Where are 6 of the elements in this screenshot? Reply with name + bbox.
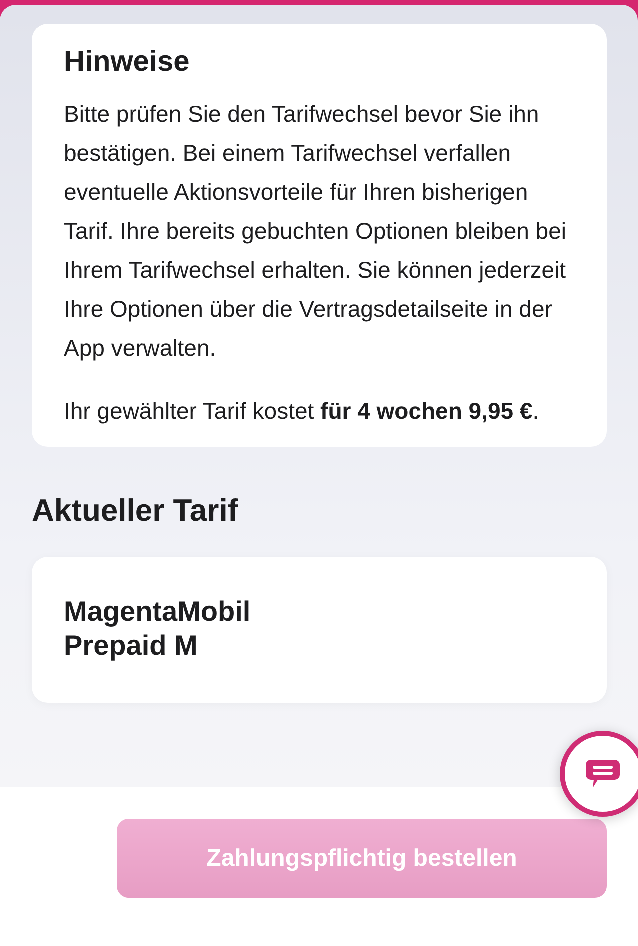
chat-icon [585,758,621,790]
tariff-name: MagentaMobil Prepaid M [64,595,252,663]
price-note: Ihr gewählter Tarif kostet für 4 wochen 9,95 €. [64,397,540,426]
notes-title: Hinweise [64,46,191,79]
section-heading: Aktueller Tarif [32,493,240,529]
notes-text: Bitte prüfen Sie den Tarifwechsel bevor Sie ihn bestätigen. Bei einem Tarifwechsel verfallen eventuelle Aktionsvorteile für Ihren bisherigen Tarif. Ihre bereits gebuchten Optionen bleiben bei Ihrem Tarifwechsel erhalten. Sie können jederzeit Ihre Optionen über die Vertragsdetailseite in der App verwalten. [64,100,568,363]
